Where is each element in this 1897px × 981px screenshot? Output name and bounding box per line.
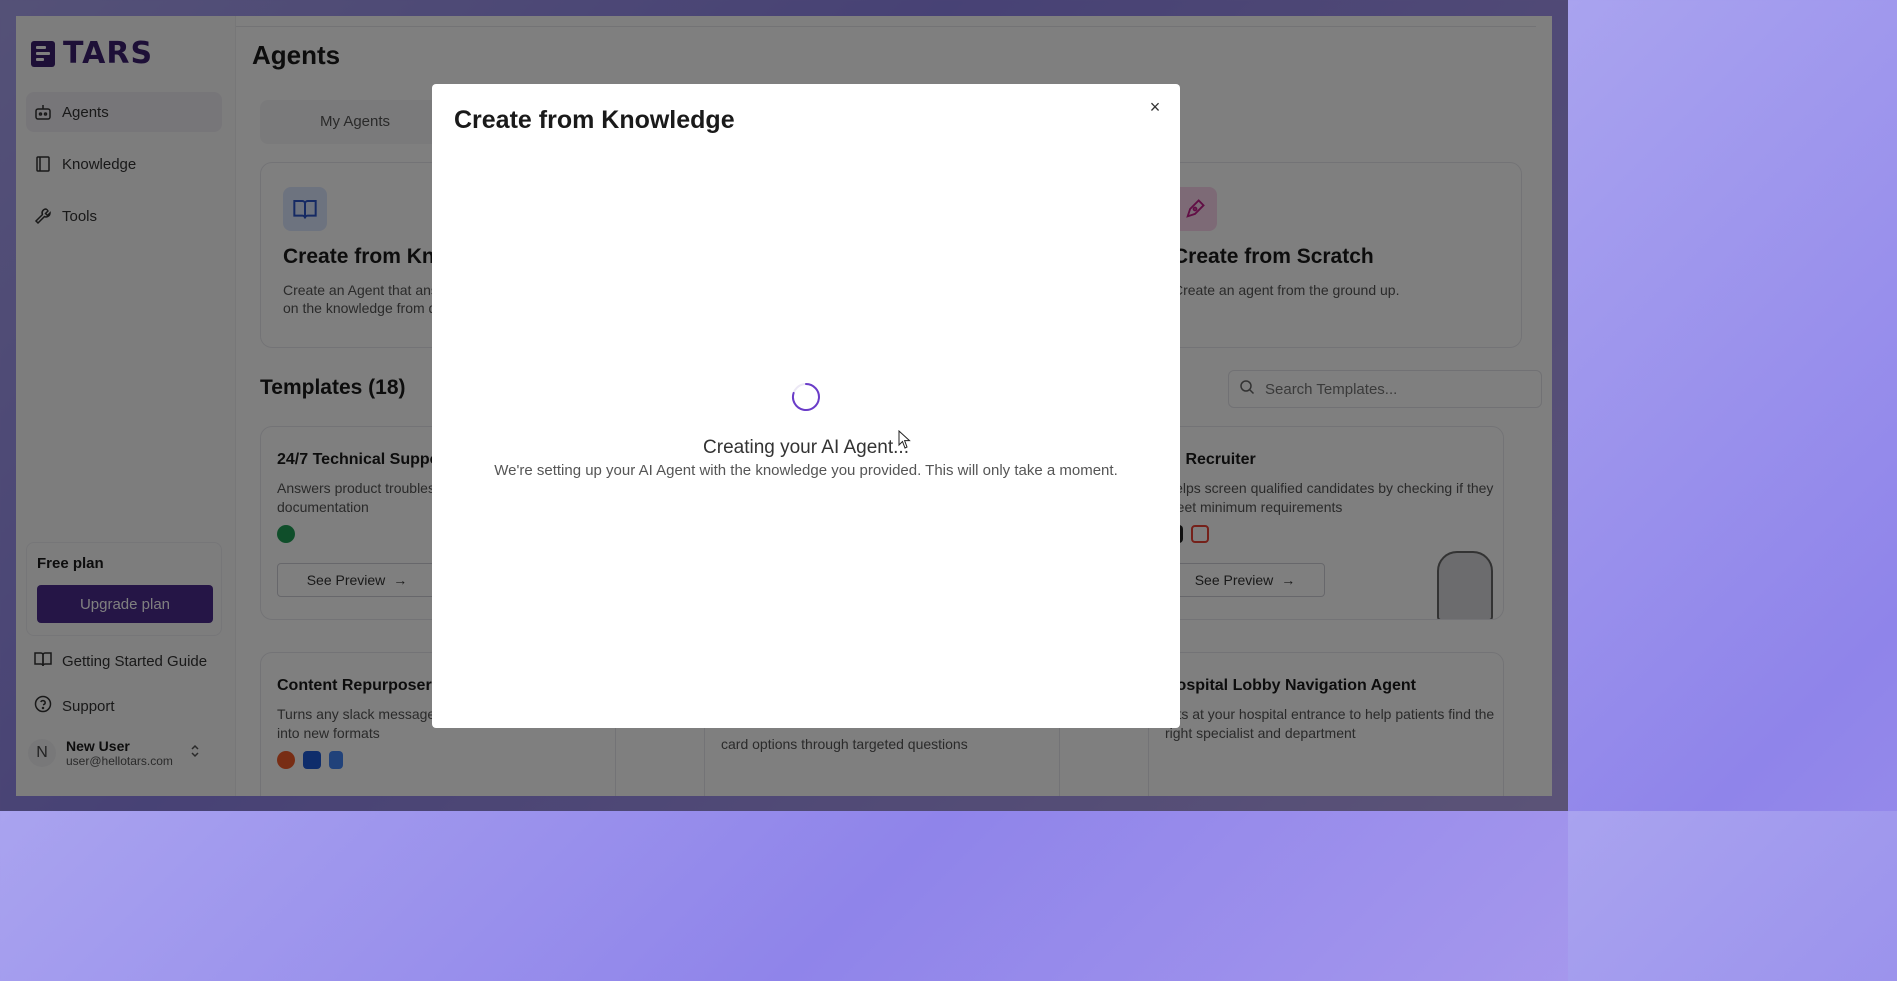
loading-title: Creating your AI Agent... <box>703 437 909 458</box>
close-icon[interactable]: × <box>1144 96 1166 118</box>
loading-subtitle: We're setting up your AI Agent with the … <box>494 462 1118 479</box>
modal-title: Create from Knowledge <box>454 106 735 134</box>
create-from-knowledge-modal: Create from Knowledge × Creating your AI… <box>432 84 1180 728</box>
loading-spinner-icon <box>792 383 820 411</box>
mouse-cursor-icon <box>898 430 911 449</box>
